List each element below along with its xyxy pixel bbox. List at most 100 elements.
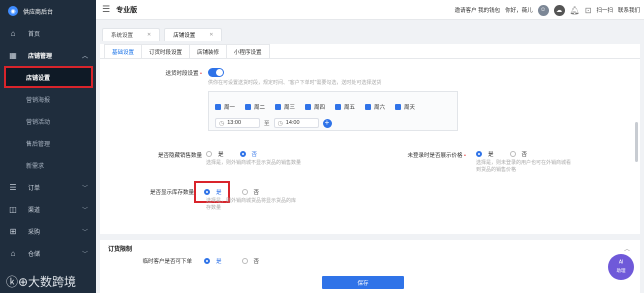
hint-line: 到货品的销售价格 bbox=[476, 167, 517, 173]
weekday-checkbox[interactable]: 周四 bbox=[305, 103, 335, 111]
invite-link[interactable]: 邀请客户 我的钱包 bbox=[455, 6, 501, 14]
settings-subtabs: 基础设置 订货时段设置 店铺装修 小程序设置 bbox=[100, 44, 640, 59]
subtab-decoration[interactable]: 店铺装修 bbox=[189, 44, 228, 58]
sidebar-item-label: 首页 bbox=[28, 31, 41, 38]
section-divider bbox=[100, 234, 640, 240]
time-range: ◷ 13:00 至 ◷ 14:00 + bbox=[215, 118, 332, 128]
hint-line: 选择是，则外销商城货品将显示货品的库 bbox=[206, 198, 297, 204]
weekday-label: 周四 bbox=[314, 105, 326, 111]
avatar[interactable]: ☺ bbox=[537, 4, 549, 16]
end-time-input[interactable]: ◷ 14:00 bbox=[273, 118, 319, 128]
sidebar-subitem-label: 售后管理 bbox=[26, 141, 51, 148]
subtab-order-time[interactable]: 订货时段设置 bbox=[141, 44, 191, 58]
weekday-checkbox[interactable]: 周一 bbox=[215, 103, 245, 111]
weekday-checkbox[interactable]: 周二 bbox=[245, 103, 275, 111]
delivery-time-toggle[interactable] bbox=[208, 68, 224, 77]
start-time-input[interactable]: ◷ 13:00 bbox=[215, 118, 260, 128]
sidebar-item-channel[interactable]: ◫ 渠道 ﹀ bbox=[0, 198, 96, 220]
delivery-time-hint: 供你在可设置送货时段，规定时间、“客户下单时”需要勾选，送时处可选择送货 bbox=[208, 80, 382, 86]
radio-yes[interactable] bbox=[206, 151, 212, 157]
sidebar-subitem-after-sales[interactable]: 售后管理 bbox=[0, 132, 96, 154]
radio-no[interactable] bbox=[509, 151, 516, 157]
scan-icon[interactable]: ⊡ bbox=[585, 6, 592, 15]
topbar: ☰ 专业版 邀请客户 我的钱包 你好，薇儿 ☺ ☁ 🔔︎ ⊡ 扫一扫 联系我们 bbox=[96, 0, 644, 20]
weekday-label: 周天 bbox=[404, 105, 416, 111]
temp-customer-radio-group: 是 否 bbox=[204, 257, 259, 265]
sidebar-item-home[interactable]: ⌂ 首页 bbox=[0, 22, 96, 44]
chevron-down-icon: ﹀ bbox=[81, 229, 88, 236]
save-button[interactable]: 保存 bbox=[322, 276, 404, 289]
page-tabs: 系统设置 ✕ 店铺设置 ✕ bbox=[96, 26, 644, 41]
greeting: 你好，薇儿 bbox=[505, 8, 533, 14]
radio-yes[interactable] bbox=[204, 258, 210, 264]
scrollbar[interactable] bbox=[635, 122, 638, 162]
start-time-value: 13:00 bbox=[227, 120, 242, 126]
sidebar-subitem-marketing-poster[interactable]: 营销海报 bbox=[0, 88, 96, 110]
weekday-checkbox[interactable]: 周六 bbox=[365, 103, 395, 111]
menu-icon[interactable]: ☰ bbox=[102, 4, 110, 15]
weekday-checkbox[interactable]: 周五 bbox=[335, 103, 365, 111]
sidebar-item-orders[interactable]: ☰ 订单 ﹀ bbox=[0, 176, 96, 198]
checkbox-checked-icon bbox=[245, 104, 251, 110]
chevron-down-icon: ﹀ bbox=[81, 207, 88, 214]
checkbox-checked-icon bbox=[365, 104, 371, 110]
sidebar-subitem-label: 营销海报 bbox=[26, 97, 51, 104]
sidebar-item-store[interactable]: ▦ 店铺管理 ︿ bbox=[0, 44, 96, 66]
radio-no[interactable] bbox=[239, 151, 246, 157]
subtab-miniprogram[interactable]: 小程序设置 bbox=[226, 44, 270, 58]
delivery-time-box: 周一 周二 周三 周四 周五 周六 周天 ◷ 13:00 至 ◷ 14:00 + bbox=[208, 91, 458, 131]
channel-icon: ◫ bbox=[9, 204, 17, 214]
sidebar-item-label: 店铺管理 bbox=[28, 53, 53, 60]
scan-link[interactable]: 扫一扫 bbox=[596, 6, 613, 14]
weekday-label: 周五 bbox=[344, 105, 356, 111]
weekday-label: 周一 bbox=[224, 105, 236, 111]
sidebar-subitem-store-settings[interactable]: 店铺设置 bbox=[4, 66, 93, 88]
radio-no[interactable] bbox=[241, 258, 248, 264]
sidebar: ◉ 供应商后台 ⌂ 首页 ▦ 店铺管理 ︿ 店铺设置 营销海报 营销活动 售后管… bbox=[0, 0, 96, 293]
temp-customer-label: 临时客户是否可下单 bbox=[142, 259, 192, 265]
edition-title: 专业版 bbox=[116, 6, 138, 14]
radio-no[interactable] bbox=[241, 189, 248, 195]
radio-label: 是 bbox=[218, 152, 224, 158]
tab-label: 店铺设置 bbox=[173, 33, 196, 39]
clock-icon: ◷ bbox=[219, 120, 225, 127]
delivery-time-label: 送货时段设置 • bbox=[140, 69, 202, 77]
logo: ◉ 供应商后台 bbox=[0, 0, 96, 22]
warehouse-icon: ⌂ bbox=[10, 248, 16, 258]
show-price-label: 未登录时是否展示价格 • bbox=[380, 151, 466, 159]
tab-label: 系统设置 bbox=[111, 33, 134, 39]
end-time-value: 14:00 bbox=[285, 120, 300, 126]
home-icon: ⌂ bbox=[10, 28, 16, 38]
bell-icon[interactable]: 🔔︎ bbox=[570, 6, 580, 15]
contact-link[interactable]: 联系我们 bbox=[618, 6, 640, 14]
weekday-checkbox[interactable]: 周天 bbox=[395, 103, 425, 111]
chevron-up-icon[interactable]: ︿ bbox=[624, 244, 630, 253]
label-text: 送货时段设置 bbox=[165, 71, 199, 77]
hint-line: 选择是，则未登录的用户也可在外销商城看 bbox=[476, 160, 572, 166]
sidebar-subitem-new-demand[interactable]: 新需求 bbox=[0, 154, 96, 176]
radio-label: 否 bbox=[521, 152, 528, 158]
radio-label: 是 bbox=[488, 152, 494, 158]
radio-label: 是 bbox=[216, 259, 222, 265]
weekday-checkbox[interactable]: 周三 bbox=[275, 103, 305, 111]
sidebar-item-warehouse[interactable]: ⌂ 仓储 ﹀ bbox=[0, 242, 96, 264]
assistant-label: 助理 bbox=[616, 268, 626, 273]
subtab-basic[interactable]: 基础设置 bbox=[104, 44, 143, 58]
show-price-radio-group: 是 否 bbox=[476, 150, 527, 158]
cloud-icon[interactable]: ☁ bbox=[553, 4, 565, 16]
tab-system-settings[interactable]: 系统设置 ✕ bbox=[102, 28, 161, 41]
assistant-button[interactable]: ᴬᴵ 助理 bbox=[608, 254, 634, 280]
hint-line: 存数量 bbox=[206, 205, 222, 211]
sidebar-subitem-marketing-activity[interactable]: 营销活动 bbox=[0, 110, 96, 132]
add-time-range-icon[interactable]: + bbox=[322, 118, 332, 128]
required-mark: • bbox=[198, 71, 202, 77]
close-icon[interactable]: ✕ bbox=[209, 32, 213, 38]
weekday-list: 周一 周二 周三 周四 周五 周六 周天 bbox=[215, 103, 425, 111]
checkbox-checked-icon bbox=[395, 104, 401, 110]
close-icon[interactable]: ✕ bbox=[147, 32, 151, 38]
radio-yes[interactable] bbox=[476, 151, 482, 157]
sidebar-item-purchase[interactable]: ⊞ 采购 ﹀ bbox=[0, 220, 96, 242]
weekday-label: 周二 bbox=[254, 105, 266, 111]
radio-label: 否 bbox=[253, 259, 260, 265]
tab-store-settings[interactable]: 店铺设置 ✕ bbox=[164, 28, 223, 41]
